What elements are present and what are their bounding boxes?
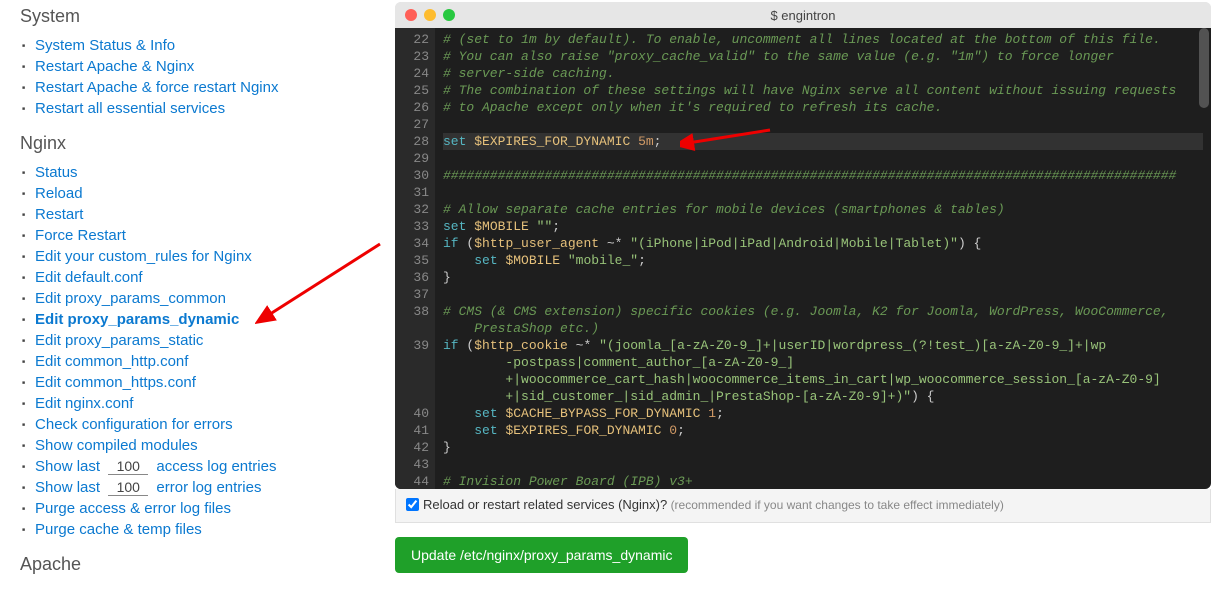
scrollbar-vertical[interactable] <box>1199 28 1209 489</box>
section-title-apache: Apache <box>20 554 375 575</box>
menu-item-edit-custom-rules[interactable]: Edit your custom_rules for Nginx <box>35 248 252 265</box>
close-icon[interactable] <box>405 9 417 21</box>
menu-item-show-compiled-modules[interactable]: Show compiled modules <box>35 437 198 454</box>
maximize-icon[interactable] <box>443 9 455 21</box>
menu-nginx: Status Reload Restart Force Restart Edit… <box>20 162 375 540</box>
menu-item-edit-proxy-params-static[interactable]: Edit proxy_params_static <box>35 332 203 349</box>
sidebar: System System Status & Info Restart Apac… <box>0 0 395 593</box>
code-editor[interactable]: 2223242526272829303132333435363738394041… <box>395 28 1211 489</box>
access-log-count-input[interactable] <box>108 458 148 475</box>
menu-item-restart-apache-force-nginx[interactable]: Restart Apache & force restart Nginx <box>35 79 278 96</box>
menu-item-edit-default-conf[interactable]: Edit default.conf <box>35 269 143 286</box>
menu-item-purge-cache-temp[interactable]: Purge cache & temp files <box>35 521 202 538</box>
menu-item-nginx-restart[interactable]: Restart <box>35 206 83 223</box>
menu-item-nginx-status[interactable]: Status <box>35 164 78 181</box>
traffic-lights <box>405 9 455 21</box>
section-title-nginx: Nginx <box>20 133 375 154</box>
code-content[interactable]: # (set to 1m by default). To enable, unc… <box>395 28 1211 489</box>
menu-item-show-error-log[interactable]: Show last error log entries <box>35 479 261 496</box>
editor-footer: Reload or restart related services (Ngin… <box>395 489 1211 523</box>
scrollbar-thumb[interactable] <box>1199 28 1209 108</box>
menu-item-check-config-errors[interactable]: Check configuration for errors <box>35 416 233 433</box>
menu-item-restart-essential-services[interactable]: Restart all essential services <box>35 100 225 117</box>
editor-titlebar: $ engintron <box>395 2 1211 28</box>
minimize-icon[interactable] <box>424 9 436 21</box>
main-panel: $ engintron 2223242526272829303132333435… <box>395 0 1231 593</box>
menu-item-nginx-force-restart[interactable]: Force Restart <box>35 227 126 244</box>
reload-checkbox-label[interactable]: Reload or restart related services (Ngin… <box>406 497 1004 512</box>
menu-item-edit-common-http-conf[interactable]: Edit common_http.conf <box>35 353 188 370</box>
menu-system: System Status & Info Restart Apache & Ng… <box>20 35 375 119</box>
menu-item-edit-common-https-conf[interactable]: Edit common_https.conf <box>35 374 196 391</box>
menu-item-restart-apache-nginx[interactable]: Restart Apache & Nginx <box>35 58 194 75</box>
menu-item-show-access-log[interactable]: Show last access log entries <box>35 458 276 475</box>
menu-item-edit-proxy-params-dynamic[interactable]: Edit proxy_params_dynamic <box>35 311 239 328</box>
menu-item-system-status[interactable]: System Status & Info <box>35 37 175 54</box>
line-number-gutter: 2223242526272829303132333435363738394041… <box>395 28 435 489</box>
menu-item-edit-proxy-params-common[interactable]: Edit proxy_params_common <box>35 290 226 307</box>
menu-item-nginx-reload[interactable]: Reload <box>35 185 83 202</box>
error-log-count-input[interactable] <box>108 479 148 496</box>
update-button[interactable]: Update /etc/nginx/proxy_params_dynamic <box>395 537 688 573</box>
editor-title: $ engintron <box>770 8 835 23</box>
editor-window: $ engintron 2223242526272829303132333435… <box>395 2 1211 489</box>
menu-item-purge-log-files[interactable]: Purge access & error log files <box>35 500 231 517</box>
reload-checkbox[interactable] <box>406 498 419 511</box>
section-title-system: System <box>20 6 375 27</box>
menu-item-edit-nginx-conf[interactable]: Edit nginx.conf <box>35 395 133 412</box>
